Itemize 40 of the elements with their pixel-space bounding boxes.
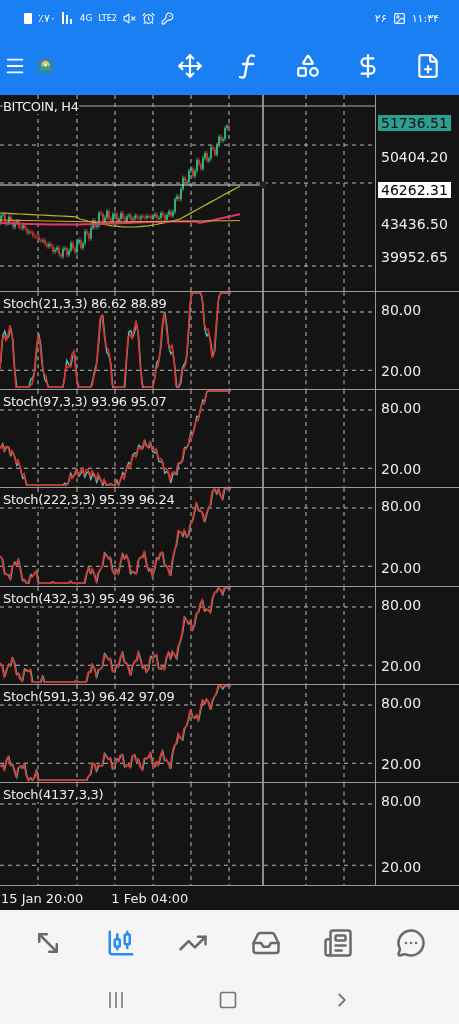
level-label: 20.00	[380, 756, 423, 772]
battery-percent: ٪۷۰	[38, 11, 56, 25]
level-label: 20.00	[380, 559, 423, 576]
volte-indicator: LTE2	[98, 13, 117, 23]
image-icon	[392, 11, 406, 25]
signal-icon	[61, 12, 74, 24]
status-date: ۲۶	[374, 11, 387, 25]
level-label: 80.00	[380, 793, 423, 809]
level-label: 20.00	[380, 859, 423, 876]
level-label: 20.00	[380, 363, 423, 380]
time-label: 15 Jan 20:00	[1, 890, 84, 906]
network-type: 4G	[79, 13, 93, 23]
indicator-label: Stoch(4137,3,3)	[3, 787, 104, 802]
time-label: 1 Feb 04:00	[111, 890, 189, 906]
level-label: 80.00	[380, 302, 423, 318]
indicator-label: Stoch(222,3,3) 95.39 96.24	[3, 492, 175, 508]
home-icon[interactable]	[217, 989, 238, 1010]
level-label: 20.00	[380, 657, 423, 674]
battery-icon	[24, 12, 32, 24]
level-label: 80.00	[380, 400, 423, 417]
chart-symbol: BITCOIN, H4	[3, 99, 79, 114]
price-label: 50404.20	[380, 148, 449, 165]
recent-apps-icon[interactable]	[106, 990, 125, 1009]
price-label: 39952.65	[380, 249, 449, 265]
indicator-label: Stoch(591,3,3) 96.42 97.09	[3, 688, 175, 704]
price-label: 46262.31	[378, 182, 451, 198]
indicator-label: Stoch(21,3,3) 86.62 88.89	[3, 296, 167, 311]
alarm-icon	[141, 11, 155, 25]
mute-icon	[122, 11, 136, 25]
level-label: 80.00	[380, 596, 423, 613]
indicator-label: Stoch(432,3,3) 95.49 96.36	[3, 590, 175, 606]
level-label: 80.00	[380, 498, 423, 515]
key-icon	[160, 11, 174, 25]
indicator-label: Stoch(97,3,3) 93.96 95.07	[3, 394, 167, 410]
level-label: 80.00	[380, 694, 423, 711]
status-time: ۱۱:۳۴	[411, 11, 439, 25]
level-label: 20.00	[380, 461, 423, 478]
crosshair-point	[259, 181, 267, 189]
price-label: 43436.50	[380, 215, 449, 232]
price-label: 51736.51	[378, 115, 451, 131]
